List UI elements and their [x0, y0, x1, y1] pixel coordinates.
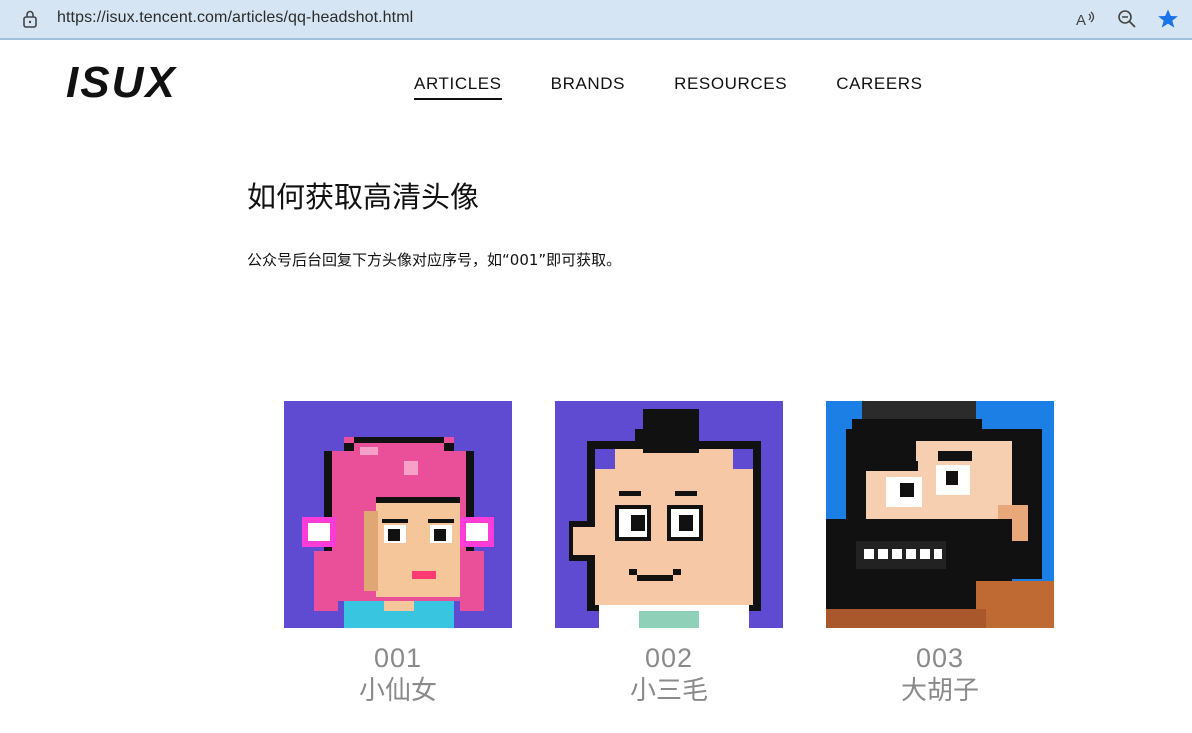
- site-logo[interactable]: ISUX: [66, 58, 177, 108]
- avatar-name: 大胡子: [900, 676, 979, 706]
- nav-resources[interactable]: RESOURCES: [674, 74, 787, 100]
- favorite-star-icon[interactable]: [1157, 8, 1179, 30]
- avatar-image-fairy-girl: [284, 401, 512, 628]
- avatar-number: 002: [644, 643, 694, 673]
- avatar-card-002[interactable]: 002 小三毛: [555, 401, 783, 708]
- lock-icon[interactable]: [20, 9, 40, 29]
- zoom-icon[interactable]: [1116, 8, 1138, 30]
- nav-articles[interactable]: ARTICLES: [414, 74, 502, 100]
- intro-text: 公众号后台回复下方头像对应序号，如“001”即可获取。: [247, 251, 622, 269]
- avatar-name: 小三毛: [629, 676, 708, 706]
- avatar-image-sanmao: [555, 401, 783, 628]
- nav-brands[interactable]: BRANDS: [551, 74, 625, 100]
- read-aloud-icon[interactable]: A: [1074, 8, 1096, 30]
- avatar-card-001[interactable]: 001 小仙女: [284, 401, 512, 708]
- page-title: 如何获取高清头像: [247, 180, 480, 214]
- nav-careers[interactable]: CAREERS: [836, 74, 922, 100]
- avatar-number: 001: [373, 643, 423, 673]
- svg-text:A: A: [1076, 12, 1086, 29]
- main-nav: ARTICLES BRANDS RESOURCES CAREERS: [414, 74, 972, 100]
- avatar-number: 003: [915, 643, 965, 673]
- avatar-image-bearded-man: [826, 401, 1054, 628]
- avatar-name: 小仙女: [358, 676, 437, 706]
- browser-address-bar: https://isux.tencent.com/articles/qq-hea…: [0, 0, 1192, 40]
- url-input[interactable]: https://isux.tencent.com/articles/qq-hea…: [57, 9, 413, 27]
- avatar-card-003[interactable]: 003 大胡子: [826, 401, 1054, 708]
